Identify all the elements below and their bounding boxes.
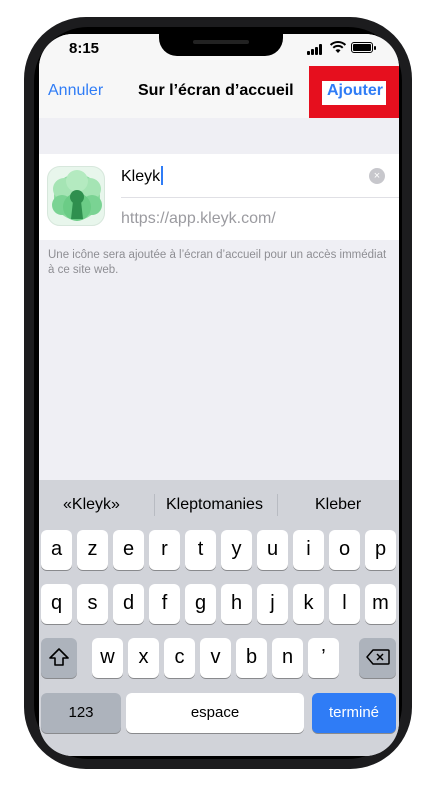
key-q[interactable]: q <box>41 584 72 624</box>
done-key[interactable]: terminé <box>312 693 396 733</box>
key-w[interactable]: w <box>92 638 123 678</box>
key-s[interactable]: s <box>77 584 108 624</box>
nav-bar: Annuler Sur l’écran d’accueil Ajouter <box>39 64 399 118</box>
divider <box>121 197 399 198</box>
app-icon <box>47 166 105 226</box>
key-f[interactable]: f <box>149 584 180 624</box>
key-m[interactable]: m <box>365 584 396 624</box>
key-d[interactable]: d <box>113 584 144 624</box>
suggestion-1[interactable]: «Kleyk» <box>63 496 120 514</box>
clear-icon[interactable]: × <box>369 168 385 184</box>
key-t[interactable]: t <box>185 530 216 570</box>
battery-icon <box>351 42 376 53</box>
key-n[interactable]: n <box>272 638 303 678</box>
suggestion-separator <box>277 494 278 516</box>
key-l[interactable]: l <box>329 584 360 624</box>
shift-key[interactable] <box>41 638 77 678</box>
status-bar: 8:15 <box>39 34 399 64</box>
space-key[interactable]: espace <box>126 693 304 733</box>
key-y[interactable]: y <box>221 530 252 570</box>
suggestion-2[interactable]: Kleptomanies <box>166 496 263 514</box>
page-title: Sur l’écran d’accueil <box>138 82 294 99</box>
key-a[interactable]: a <box>41 530 72 570</box>
add-button[interactable]: Ajouter <box>327 82 383 100</box>
delete-key[interactable] <box>359 638 396 678</box>
signal-icon <box>307 44 325 55</box>
key-apostrophe[interactable]: ’ <box>308 638 339 678</box>
shift-icon <box>49 648 69 666</box>
key-b[interactable]: b <box>236 638 267 678</box>
key-i[interactable]: i <box>293 530 324 570</box>
key-j[interactable]: j <box>257 584 288 624</box>
wifi-icon <box>329 41 347 53</box>
key-o[interactable]: o <box>329 530 360 570</box>
key-v[interactable]: v <box>200 638 231 678</box>
notch <box>159 34 283 56</box>
keyboard: «Kleyk» Kleptomanies Kleber a z e r t y … <box>39 480 399 756</box>
key-p[interactable]: p <box>365 530 396 570</box>
key-e[interactable]: e <box>113 530 144 570</box>
bookmark-form: Kleyk × https://app.kleyk.com/ <box>39 154 399 240</box>
kleyk-logo-icon <box>52 170 102 221</box>
numbers-key[interactable]: 123 <box>41 693 121 733</box>
key-r[interactable]: r <box>149 530 180 570</box>
key-c[interactable]: c <box>164 638 195 678</box>
key-g[interactable]: g <box>185 584 216 624</box>
cancel-button[interactable]: Annuler <box>48 82 103 100</box>
key-z[interactable]: z <box>77 530 108 570</box>
key-u[interactable]: u <box>257 530 288 570</box>
name-field[interactable]: Kleyk <box>121 166 164 186</box>
text-cursor <box>161 166 164 185</box>
screen: 8:15 Annuler Sur l’écran d’accueil Ajout… <box>39 34 399 756</box>
url-label: https://app.kleyk.com/ <box>121 210 276 227</box>
key-x[interactable]: x <box>128 638 159 678</box>
suggestion-separator <box>154 494 155 516</box>
key-h[interactable]: h <box>221 584 252 624</box>
key-k[interactable]: k <box>293 584 324 624</box>
status-time: 8:15 <box>69 40 100 57</box>
hint-text: Une icône sera ajoutée à l’écran d’accue… <box>48 249 387 276</box>
suggestion-3[interactable]: Kleber <box>315 496 361 514</box>
delete-icon <box>365 649 390 665</box>
